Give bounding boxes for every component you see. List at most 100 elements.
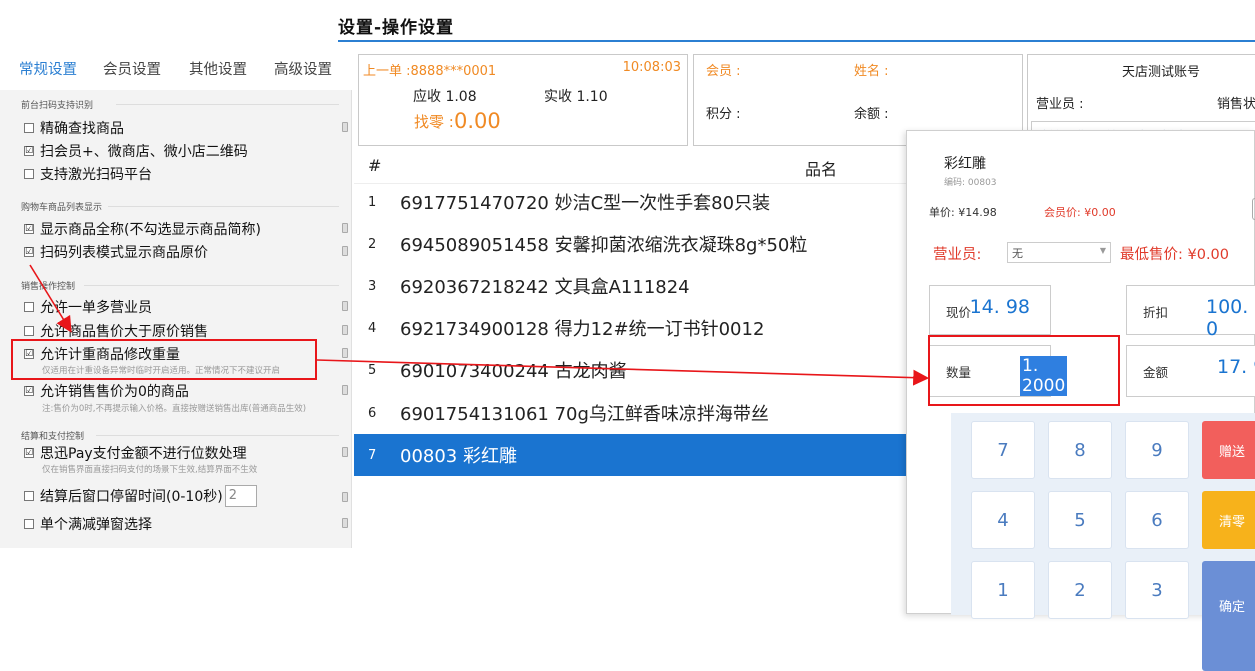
checkbox-unchecked[interactable] — [24, 123, 34, 133]
last-order-time: 10:08:03 — [622, 60, 681, 75]
option-orig-price[interactable]: ☑ 扫码列表模式显示商品原价 — [24, 242, 208, 262]
key-4[interactable]: 4 — [971, 491, 1035, 549]
table-row[interactable]: 4 6921734900128 得力12#统一订书针0012 — [354, 308, 910, 348]
header-index: # — [368, 156, 382, 175]
option-label: 思迅Pay支付金额不进行位数处理 — [40, 446, 247, 462]
checkbox-checked[interactable]: ☑ — [24, 448, 34, 458]
table-row[interactable]: 5 6901073400244 古龙肉酱 — [354, 350, 910, 390]
option-multi-staff[interactable]: 允许一单多营业员 — [24, 297, 152, 317]
option-stay-time[interactable]: 结算后窗口停留时间(0-10秒) 2 — [24, 485, 257, 507]
current-price-field[interactable]: 现价 14. 98 — [929, 285, 1051, 335]
staff-label: 营业员: — [933, 247, 982, 263]
highlight-box-quantity — [928, 335, 1120, 406]
member-label: 会员 : — [706, 64, 741, 79]
tab-member[interactable]: 会员设置 — [103, 58, 161, 79]
checkbox-unchecked[interactable] — [24, 302, 34, 312]
group-divider — [116, 104, 339, 105]
group-divider — [96, 435, 339, 436]
checkbox-checked[interactable]: ☑ — [24, 224, 34, 234]
option-label: 允许销售售价为0的商品 — [40, 384, 189, 400]
tab-other[interactable]: 其他设置 — [189, 58, 247, 79]
option-label: 精确查找商品 — [40, 121, 124, 137]
group-label-scan: 前台扫码支持识别 — [21, 101, 94, 111]
table-row[interactable]: 6 6901754131061 70g乌江鲜香味凉拌海带丝 — [354, 393, 910, 433]
scroll-marker — [342, 385, 348, 395]
option-label: 扫码列表模式显示商品原价 — [40, 245, 208, 261]
discount-field[interactable]: 折扣 100. 0 — [1126, 285, 1255, 340]
group-label-sales: 销售操作控制 — [21, 282, 76, 292]
tab-advanced[interactable]: 高级设置 — [274, 58, 332, 79]
received: 实收 1.10 — [544, 89, 608, 105]
key-1[interactable]: 1 — [971, 561, 1035, 619]
sales-status-label: 销售状 — [1217, 97, 1255, 112]
discount-value: 100. 0 — [1206, 296, 1249, 340]
option-zero-price[interactable]: ☑ 允许销售售价为0的商品 — [24, 381, 189, 401]
option-promo-popup[interactable]: 单个满减弹窗选择 — [24, 514, 152, 534]
cart-list: # 品名 1 6917751470720 妙洁C型一次性手套80只装 2 69450… — [354, 150, 910, 614]
option-price-over[interactable]: 允许商品售价大于原价销售 — [24, 321, 208, 341]
amount-label: 金额 — [1143, 365, 1169, 380]
highlight-box-setting — [11, 339, 317, 380]
keypad: 7 8 9 赠送 4 5 6 清零 1 2 3 确定 — [951, 413, 1255, 671]
option-label: 单个满减弹窗选择 — [40, 517, 152, 533]
amount-field[interactable]: 金额 17. 9 — [1126, 345, 1255, 397]
option-label: 显示商品全称(不勾选显示商品简称) — [40, 222, 261, 238]
change-label: 找零 : — [414, 113, 454, 131]
checkbox-unchecked[interactable] — [24, 491, 34, 501]
key-3[interactable]: 3 — [1125, 561, 1189, 619]
scroll-marker — [342, 447, 348, 457]
clear-button[interactable]: 清零 — [1202, 491, 1255, 549]
key-6[interactable]: 6 — [1125, 491, 1189, 549]
checkbox-unchecked[interactable] — [24, 169, 34, 179]
unit-price: 单价: ¥14.98 — [929, 206, 997, 219]
option-label: 允许一单多营业员 — [40, 300, 152, 316]
checkbox-unchecked[interactable] — [24, 326, 34, 336]
receivable: 应收 1.08 — [413, 89, 477, 105]
checkbox-checked[interactable]: ☑ — [24, 146, 34, 156]
option-note: 仅在销售界面直接扫码支付的场景下生效,结算界面不生效 — [42, 465, 258, 475]
scroll-marker — [342, 246, 348, 256]
option-scan-member[interactable]: ☑ 扫会员+、微商店、微小店二维码 — [24, 141, 248, 161]
product-code: 编码: 00803 — [944, 178, 997, 188]
discount-label: 折扣 — [1143, 305, 1169, 320]
option-exact-find[interactable]: 精确查找商品 — [24, 118, 124, 138]
option-laser[interactable]: 支持激光扫码平台 — [24, 164, 152, 184]
member-price: 会员价: ¥0.00 — [1044, 206, 1116, 219]
current-price-value: 14. 98 — [969, 296, 1030, 318]
page-title: 设置-操作设置 — [338, 18, 455, 38]
table-row-selected[interactable]: 7 00803 彩红雕 — [354, 434, 910, 476]
checkbox-checked[interactable]: ☑ — [24, 247, 34, 257]
product-name: 彩红雕 — [944, 156, 986, 172]
option-pay-round[interactable]: ☑ 思迅Pay支付金额不进行位数处理 — [24, 443, 247, 463]
option-label: 扫会员+、微商店、微小店二维码 — [40, 144, 248, 160]
confirm-button[interactable]: 确定 — [1202, 561, 1255, 671]
option-full-name[interactable]: ☑ 显示商品全称(不勾选显示商品简称) — [24, 219, 261, 239]
group-divider — [84, 285, 339, 286]
option-note: 注:售价为0时,不再提示输入价格。直接按赠送销售出库(普通商品生效) — [42, 404, 307, 414]
name-label: 姓名 : — [854, 64, 889, 79]
checkbox-checked[interactable]: ☑ — [24, 386, 34, 396]
scroll-marker — [342, 492, 348, 502]
key-5[interactable]: 5 — [1048, 491, 1112, 549]
change-value: 0.00 — [454, 109, 501, 133]
stay-time-input[interactable]: 2 — [224, 485, 257, 507]
staff-select[interactable]: 无 ▼ — [1007, 242, 1111, 263]
tab-general[interactable]: 常规设置 — [19, 58, 77, 79]
key-8[interactable]: 8 — [1048, 421, 1112, 479]
table-row[interactable]: 3 6920367218242 文具盒A111824 — [354, 266, 910, 306]
table-row[interactable]: 1 6917751470720 妙洁C型一次性手套80只装 — [354, 182, 910, 222]
table-row[interactable]: 2 6945089051458 安馨抑菌浓缩洗衣凝珠8g*50粒 — [354, 224, 910, 264]
gift-button[interactable]: 赠送 — [1202, 421, 1255, 479]
staff-label: 营业员 : — [1036, 97, 1084, 112]
min-price: 最低售价: ¥0.00 — [1120, 247, 1230, 263]
last-order-box: 上一单 :8888***0001 10:08:03 应收 1.08 实收 1.1… — [358, 54, 688, 146]
header-name: 品名 — [805, 160, 838, 179]
option-label: 支持激光扫码平台 — [40, 167, 152, 183]
key-7[interactable]: 7 — [971, 421, 1035, 479]
settings-tabs: 常规设置 会员设置 其他设置 高级设置 — [0, 42, 352, 90]
key-2[interactable]: 2 — [1048, 561, 1112, 619]
option-label: 允许商品售价大于原价销售 — [40, 324, 208, 340]
option-label: 结算后窗口停留时间(0-10秒) — [40, 489, 223, 505]
key-9[interactable]: 9 — [1125, 421, 1189, 479]
checkbox-unchecked[interactable] — [24, 519, 34, 529]
